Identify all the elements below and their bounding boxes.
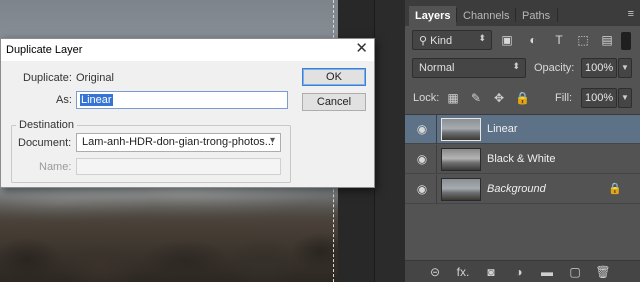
dialog-titlebar: Duplicate Layer ✕: [1, 39, 374, 61]
layers-panel: Layers Channels Paths ≡ ⚲ Kind ⬍ ▣ ◐ T ⬚…: [405, 0, 640, 282]
filter-toggle-switch[interactable]: [621, 32, 631, 50]
document-label: Document:: [18, 137, 72, 149]
dialog-title: Duplicate Layer: [6, 44, 83, 56]
filter-type-icon[interactable]: T: [551, 32, 567, 48]
destination-legend: Destination: [16, 119, 78, 131]
layers-list: ◉ Linear ◉ Black & White ◉ Background 🔒: [405, 114, 640, 260]
adjustment-layer-icon[interactable]: ◑: [511, 264, 527, 280]
blend-opacity-bar: Normal ⬍ Opacity: 100% ▼: [405, 58, 640, 80]
name-field-disabled: [76, 158, 281, 175]
document-select[interactable]: Lam-anh-HDR-don-gian-trong-photos... ▾: [76, 133, 281, 152]
layer-thumbnail: [441, 118, 481, 141]
ok-button[interactable]: OK: [302, 68, 366, 86]
opacity-input[interactable]: 100%: [581, 58, 617, 78]
document-select-value: Lam-anh-HDR-don-gian-trong-photos...: [82, 136, 274, 148]
lock-label: Lock:: [413, 92, 440, 104]
filter-pixel-icon[interactable]: ▣: [499, 32, 515, 48]
new-group-folder-icon[interactable]: ▬: [539, 264, 555, 280]
duplicate-value: Original: [76, 72, 114, 84]
eye-icon[interactable]: ◉: [412, 121, 432, 137]
visibility-separator: [436, 175, 437, 204]
opacity-label: Opacity:: [534, 62, 575, 74]
lock-fill-bar: Lock: ▦ ✎ ✥ 🔒 Fill: 100% ▼: [405, 88, 640, 110]
link-layers-icon[interactable]: ⊝: [427, 264, 443, 280]
eye-icon[interactable]: ◉: [412, 151, 432, 167]
filter-adjustment-icon[interactable]: ◐: [525, 32, 541, 48]
panel-tabs: Layers Channels Paths ≡: [405, 0, 640, 26]
duplicate-layer-dialog: Duplicate Layer ✕ Duplicate: Original As…: [0, 38, 375, 188]
chevron-down-icon: ▾: [269, 135, 275, 146]
tab-channels[interactable]: Channels: [457, 6, 515, 26]
visibility-separator: [436, 145, 437, 174]
layer-thumbnail: [441, 148, 481, 171]
blend-mode-value: Normal: [419, 62, 455, 74]
add-mask-icon[interactable]: ◙: [483, 264, 499, 280]
layers-footer-toolbar: ⊝ fx. ◙ ◑ ▬ ▢ 🗑: [405, 260, 640, 282]
duplicate-label: Duplicate:: [23, 72, 72, 84]
as-name-field[interactable]: Linear: [76, 91, 288, 109]
tab-paths[interactable]: Paths: [516, 6, 556, 26]
eye-icon[interactable]: ◉: [412, 181, 432, 197]
tab-layers[interactable]: Layers: [409, 6, 457, 26]
close-icon[interactable]: ✕: [355, 41, 368, 57]
filter-kind-select[interactable]: ⚲ Kind ⬍: [412, 30, 492, 50]
lock-image-pixels-icon[interactable]: ✎: [469, 91, 483, 105]
visibility-separator: [436, 115, 437, 144]
lock-all-icon[interactable]: 🔒: [515, 91, 530, 105]
new-layer-icon[interactable]: ▢: [567, 264, 583, 280]
padlock-icon: 🔒: [608, 183, 622, 195]
trash-icon[interactable]: 🗑: [595, 264, 611, 280]
cancel-button[interactable]: Cancel: [302, 93, 366, 111]
layer-row-background[interactable]: ◉ Background 🔒: [405, 175, 640, 204]
lock-transparent-pixels-icon[interactable]: ▦: [446, 91, 460, 105]
tab-separator: [557, 8, 558, 22]
panel-menu-icon[interactable]: ≡: [628, 8, 634, 20]
layer-name[interactable]: Black & White: [487, 153, 555, 165]
canvas-photo-rocks: [0, 182, 338, 282]
layer-name[interactable]: Background: [487, 183, 546, 195]
layer-thumbnail: [441, 178, 481, 201]
layer-row-linear[interactable]: ◉ Linear: [405, 115, 640, 144]
filter-kind-value: Kind: [430, 35, 453, 47]
layer-style-fx-icon[interactable]: fx.: [455, 264, 471, 280]
stepper-icon: ⬍: [512, 61, 520, 71]
layer-name[interactable]: Linear: [487, 123, 518, 135]
as-name-selected-text: Linear: [80, 94, 113, 106]
fill-label: Fill:: [555, 92, 573, 104]
filter-shape-icon[interactable]: ⬚: [575, 32, 591, 48]
as-label: As:: [56, 94, 72, 106]
opacity-dropdown-icon[interactable]: ▼: [618, 58, 632, 78]
search-icon: ⚲: [419, 35, 431, 47]
fill-input[interactable]: 100%: [581, 88, 617, 108]
filter-smart-object-icon[interactable]: ▤: [599, 32, 615, 48]
layer-filter-bar: ⚲ Kind ⬍ ▣ ◐ T ⬚ ▤: [405, 30, 640, 54]
lock-position-icon[interactable]: ✥: [492, 91, 506, 105]
layer-row-black-white[interactable]: ◉ Black & White: [405, 145, 640, 174]
fill-dropdown-icon[interactable]: ▼: [618, 88, 632, 108]
stepper-icon: ⬍: [478, 33, 486, 43]
name-label: Name:: [39, 161, 72, 173]
blend-mode-select[interactable]: Normal ⬍: [412, 58, 526, 78]
